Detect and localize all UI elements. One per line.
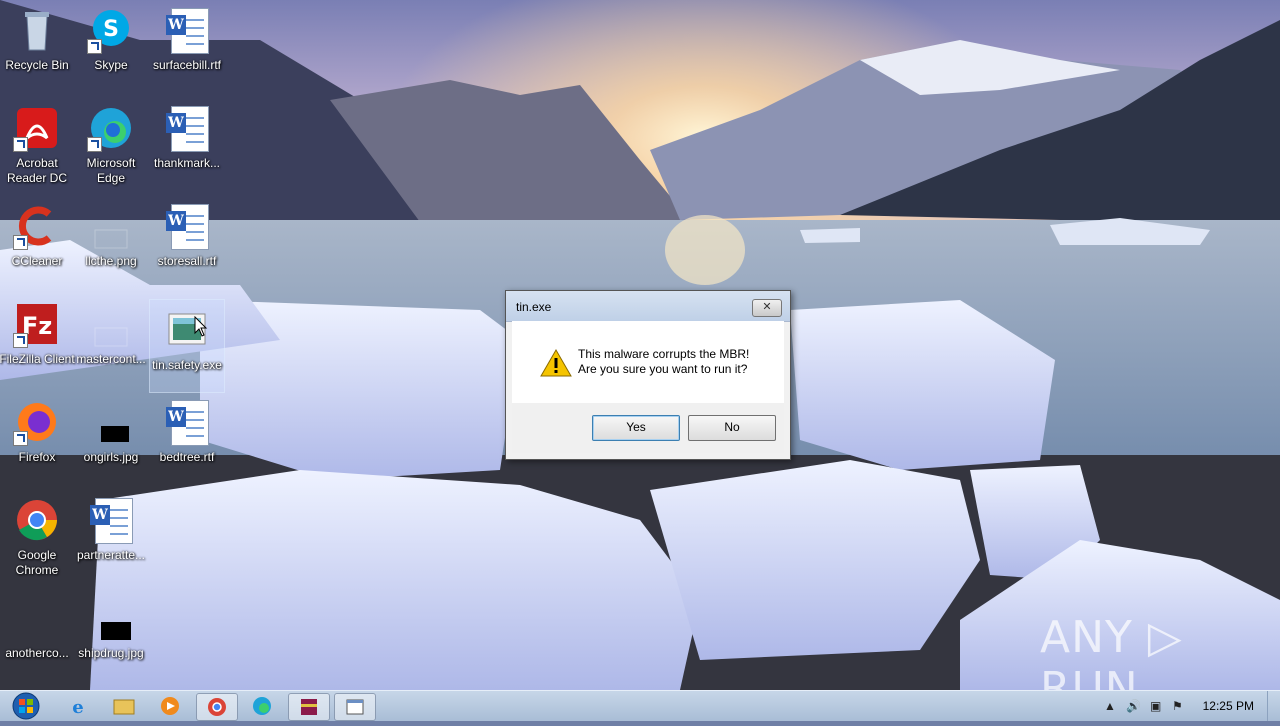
network-icon[interactable]: ▣	[1150, 699, 1161, 713]
shortcut-arrow-icon	[87, 137, 102, 152]
filezilla-icon: Fz	[13, 300, 61, 348]
word-doc-icon: W	[163, 398, 211, 446]
desktop-icon-filezilla[interactable]: Fz FileZilla Client	[0, 294, 75, 386]
close-button[interactable]: ✕	[752, 299, 782, 317]
shortcut-arrow-icon	[13, 235, 28, 250]
desktop-icon-label: Recycle Bin	[5, 58, 69, 72]
desktop-icon-label: storesall.rtf	[157, 254, 217, 268]
media-player-icon[interactable]	[150, 693, 190, 719]
desktop-icon-chrome[interactable]: Google Chrome	[0, 490, 74, 582]
message-dialog: tin.exe ✕ This malware corrupts the MBR!…	[505, 290, 791, 460]
desktop-icon-label: shipdrug.jpg	[78, 646, 144, 660]
desktop-icon-label: FileZilla Client	[0, 352, 75, 366]
file-explorer-icon[interactable]	[104, 693, 144, 719]
desktop-icon-storesall[interactable]: W storesall.rtf	[150, 196, 224, 288]
desktop-icon-firefox[interactable]: Firefox	[0, 392, 74, 484]
desktop-icon-partneratte[interactable]: W partneratte...	[74, 490, 148, 582]
no-button[interactable]: No	[688, 415, 776, 441]
firefox-icon	[13, 398, 61, 446]
desktop-icon-skype[interactable]: S Skype	[74, 0, 148, 92]
file-icon	[13, 594, 61, 642]
desktop-icon-label: llcthe.png	[85, 254, 137, 268]
acrobat-icon	[13, 104, 61, 152]
image-file-icon	[87, 398, 135, 446]
dialog-body: This malware corrupts the MBR! Are you s…	[512, 321, 784, 403]
desktop-icon-ccleaner[interactable]: CCleaner	[0, 196, 74, 288]
desktop-icon-thankmark[interactable]: W thankmark...	[150, 98, 224, 190]
desktop-icon-label: thankmark...	[153, 156, 221, 170]
skype-icon: S	[87, 6, 135, 54]
desktop-icon-label: Firefox	[18, 450, 56, 464]
dialog-message-line2: Are you sure you want to run it?	[578, 362, 748, 376]
action-center-flag-icon[interactable]: ⚑	[1172, 699, 1183, 713]
chrome-icon	[13, 496, 61, 544]
svg-text:S: S	[103, 17, 119, 42]
system-tray: ▲ 🔊 ▣ ⚑ 12:25 PM	[1090, 691, 1280, 721]
chrome-icon[interactable]	[196, 693, 238, 721]
edge-icon	[87, 104, 135, 152]
start-button[interactable]	[6, 691, 46, 721]
desktop-icon-llcthe[interactable]: llcthe.png	[74, 196, 148, 288]
desktop-icon-recycle-bin[interactable]: Recycle Bin	[0, 0, 74, 92]
desktop-icon-bedtree[interactable]: W bedtree.rtf	[150, 392, 224, 484]
desktop-icon-label: CCleaner	[11, 254, 63, 268]
word-doc-icon: W	[163, 6, 211, 54]
svg-text:e: e	[72, 697, 83, 718]
shortcut-arrow-icon	[13, 431, 28, 446]
taskbar: e ▲ 🔊 ▣ ⚑ 12:25 PM	[0, 690, 1280, 721]
desktop-icon-label: surfacebill.rtf	[152, 58, 222, 72]
recycle-bin-icon	[13, 6, 61, 54]
desktop-icon-label: anotherco...	[5, 646, 69, 660]
dialog-title: tin.exe	[516, 300, 552, 314]
desktop-icon-mastercont[interactable]: mastercont...	[74, 294, 148, 386]
desktop-icon-anotherco[interactable]: anotherco...	[0, 588, 74, 680]
yes-button[interactable]: Yes	[592, 415, 680, 441]
dialog-app-icon[interactable]	[334, 693, 376, 721]
internet-explorer-icon[interactable]: e	[58, 693, 98, 719]
desktop-icon-ongirls[interactable]: ongirls.jpg	[74, 392, 148, 484]
word-doc-icon: W	[163, 104, 211, 152]
desktop-icon-label: bedtree.rtf	[159, 450, 215, 464]
volume-icon[interactable]: 🔊	[1126, 699, 1141, 713]
dialog-message: This malware corrupts the MBR! Are you s…	[578, 347, 749, 377]
desktop-icon-acrobat[interactable]: Acrobat Reader DC	[0, 98, 74, 190]
shortcut-arrow-icon	[13, 137, 28, 152]
desktop-icon-edge[interactable]: Microsoft Edge	[74, 98, 148, 190]
ccleaner-icon	[13, 202, 61, 250]
image-file-icon	[87, 594, 135, 642]
show-hidden-icons-icon[interactable]: ▲	[1104, 699, 1116, 713]
file-icon	[87, 300, 135, 348]
desktop-icon-tin-safety[interactable]: tin.safety.exe	[149, 299, 225, 393]
desktop-icon-label: Skype	[94, 58, 128, 72]
word-doc-icon: W	[87, 496, 135, 544]
dialog-message-line1: This malware corrupts the MBR!	[578, 347, 750, 361]
show-desktop-button[interactable]	[1267, 691, 1280, 721]
shortcut-arrow-icon	[87, 39, 102, 54]
dialog-titlebar[interactable]: tin.exe ✕	[506, 291, 790, 322]
desktop-icon-label: partneratte...	[76, 548, 146, 562]
edge-icon[interactable]	[242, 693, 282, 719]
shortcut-arrow-icon	[13, 333, 28, 348]
dialog-footer: Yes No	[512, 403, 784, 453]
desktop-icon-shipdrug[interactable]: shipdrug.jpg	[74, 588, 148, 680]
image-file-icon	[87, 202, 135, 250]
word-doc-icon: W	[163, 202, 211, 250]
warning-icon	[540, 348, 572, 377]
desktop-icon-label: Microsoft Edge	[86, 156, 136, 185]
desktop-icon-surfacebill[interactable]: W surfacebill.rtf	[150, 0, 224, 92]
desktop-icon-label: Google Chrome	[15, 548, 59, 577]
desktop-icon-label: mastercont...	[76, 352, 146, 366]
desktop-icon-label: Acrobat Reader DC	[6, 156, 68, 185]
clock[interactable]: 12:25 PM	[1203, 699, 1254, 713]
desktop-icon-label: ongirls.jpg	[83, 450, 139, 464]
winrar-icon[interactable]	[288, 693, 330, 721]
desktop-icon-label: tin.safety.exe	[152, 358, 222, 372]
